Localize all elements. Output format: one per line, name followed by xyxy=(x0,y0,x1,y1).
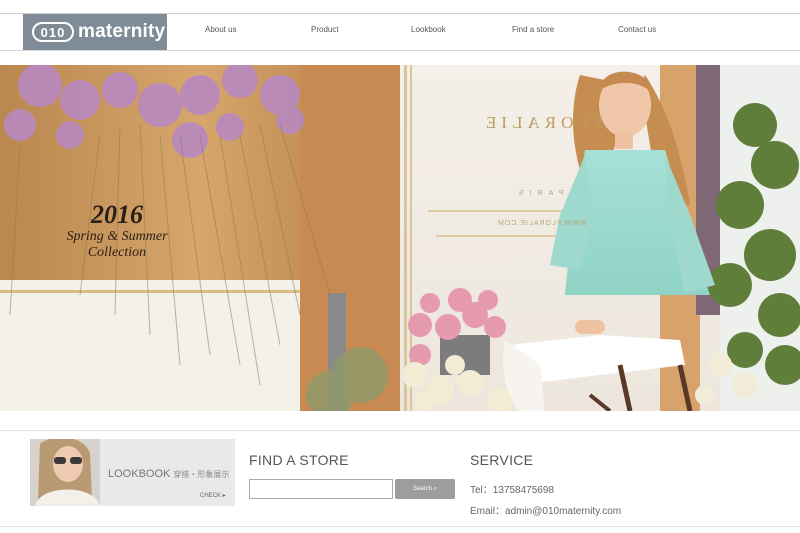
service-email[interactable]: Email：admin@010maternity.com xyxy=(470,502,621,517)
caret-right-icon: ▸ xyxy=(222,493,226,499)
nav-divider xyxy=(0,50,800,51)
search-button-label: Search xyxy=(412,485,432,492)
service-title: SERVICE xyxy=(470,452,534,468)
lookbook-sub: 穿搭・形象展示 xyxy=(173,470,230,479)
hero-banner[interactable]: 2016 Spring & Summer Collection FLORALIE… xyxy=(0,65,800,411)
collection-season: Spring & Summer xyxy=(66,229,168,244)
content-divider xyxy=(0,430,800,431)
collection-year: 2016 xyxy=(91,200,143,229)
nav-find-a-store[interactable]: Find a store xyxy=(512,25,554,34)
store-search-button[interactable]: Search ⌕ xyxy=(395,479,455,499)
service-tel: Tel：13758475698 xyxy=(470,485,554,496)
web-sign: WWW.FLORALIE.COM xyxy=(497,220,587,227)
nav-product[interactable]: Product xyxy=(311,25,339,34)
lookbook-check: CHECK ▸ xyxy=(200,492,226,499)
main-nav: About us Product Lookbook Find a store C… xyxy=(0,25,800,39)
lookbook-label: LOOKBOOK xyxy=(108,468,171,480)
store-search-input[interactable] xyxy=(249,479,393,499)
footer-divider xyxy=(0,526,800,527)
paris-sign: PARIS xyxy=(513,190,564,197)
nav-contact-us[interactable]: Contact us xyxy=(618,25,656,34)
collection-caption: 2016 Spring & Summer Collection xyxy=(47,201,187,261)
collection-label: Collection xyxy=(87,245,147,260)
nav-lookbook[interactable]: Lookbook xyxy=(411,25,446,34)
nav-about-us[interactable]: About us xyxy=(205,25,237,34)
floralie-sign: FLORALIE xyxy=(481,113,604,132)
find-store-title: FIND A STORE xyxy=(249,452,349,468)
lookbook-text: LOOKBOOK 穿搭・形象展示 xyxy=(108,468,229,480)
lookbook-banner[interactable]: LOOKBOOK 穿搭・形象展示 CHECK ▸ xyxy=(30,439,235,506)
lookbook-check-label: CHECK xyxy=(200,493,222,499)
search-icon: ⌕ xyxy=(433,485,438,492)
